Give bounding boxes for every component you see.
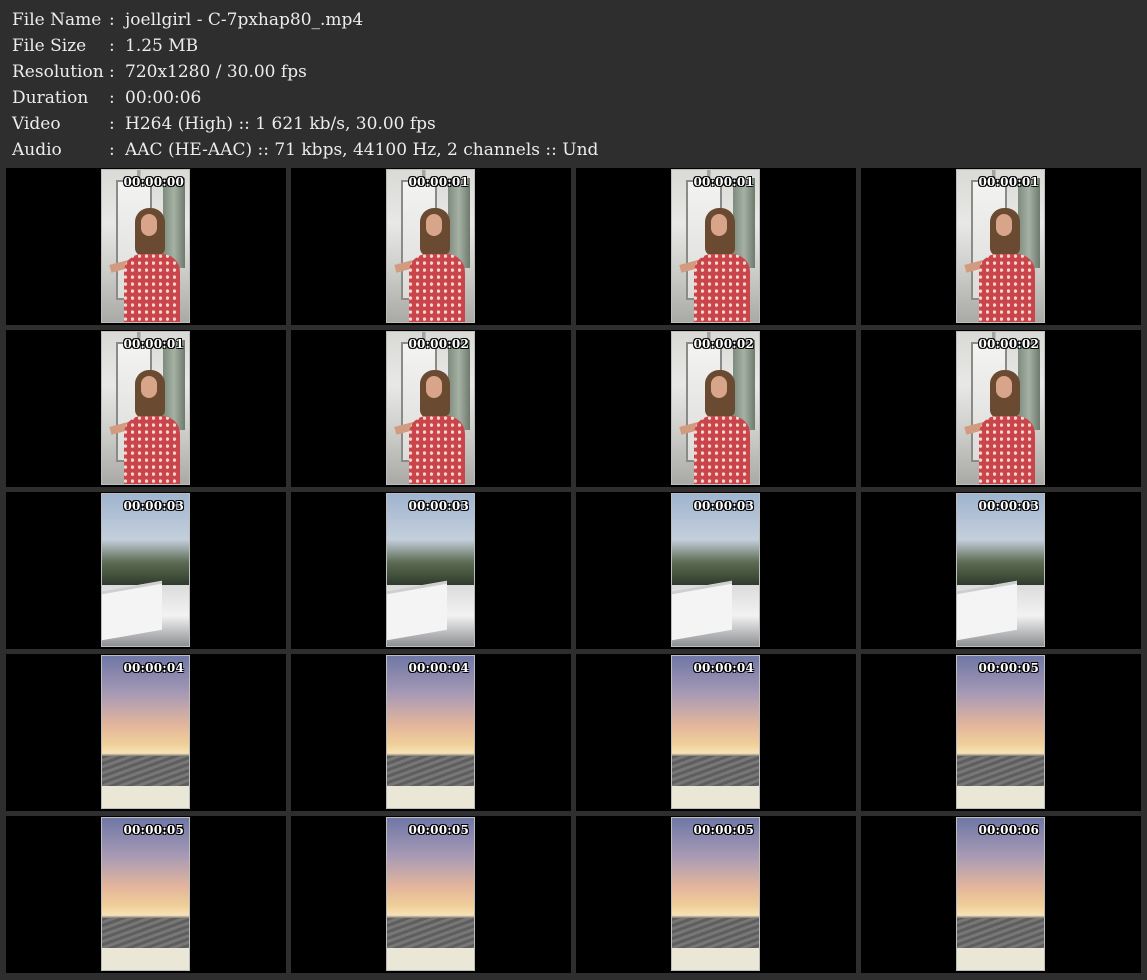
thumbnail-cell: 00:00:04 xyxy=(576,654,856,811)
thumbnail-frame: 00:00:03 xyxy=(386,493,475,647)
thumbnail-cell: 00:00:03 xyxy=(6,492,286,649)
resolution-label: Resolution xyxy=(12,62,104,82)
thumbnail-frame: 00:00:03 xyxy=(671,493,760,647)
video-value: H264 (High) :: 1 621 kb/s, 30.00 fps xyxy=(125,114,436,134)
thumbnail-cell: 00:00:05 xyxy=(861,654,1141,811)
thumbnail-frame: 00:00:03 xyxy=(101,493,190,647)
thumbnail-timestamp: 00:00:02 xyxy=(408,337,469,351)
thumbnail-timestamp: 00:00:05 xyxy=(693,823,754,837)
thumbnail-cell: 00:00:01 xyxy=(861,168,1141,325)
thumbnail-frame: 00:00:04 xyxy=(101,655,190,809)
thumbnail-timestamp: 00:00:00 xyxy=(123,175,184,189)
thumbnail-timestamp: 00:00:06 xyxy=(978,823,1039,837)
thumbnail-cell: 00:00:04 xyxy=(6,654,286,811)
video-separator: : xyxy=(109,114,115,134)
file-size-separator: : xyxy=(109,36,115,56)
thumbnail-timestamp: 00:00:01 xyxy=(693,175,754,189)
thumbnail-timestamp: 00:00:04 xyxy=(693,661,754,675)
thumbnail-cell: 00:00:02 xyxy=(291,330,571,487)
thumbnail-cell: 00:00:03 xyxy=(576,492,856,649)
resolution-separator: : xyxy=(109,62,115,82)
thumbnail-cell: 00:00:00 xyxy=(6,168,286,325)
audio-label: Audio xyxy=(12,140,62,160)
thumbnail-cell: 00:00:03 xyxy=(861,492,1141,649)
file-name-label: File Name xyxy=(12,10,102,30)
thumbnail-frame: 00:00:03 xyxy=(956,493,1045,647)
thumbnail-timestamp: 00:00:03 xyxy=(408,499,469,513)
thumbnail-cell: 00:00:01 xyxy=(576,168,856,325)
thumbnail-cell: 00:00:05 xyxy=(6,816,286,973)
thumbnail-timestamp: 00:00:01 xyxy=(978,175,1039,189)
thumbnail-frame: 00:00:05 xyxy=(956,655,1045,809)
thumbnail-frame: 00:00:04 xyxy=(386,655,475,809)
thumbnail-frame: 00:00:01 xyxy=(671,169,760,323)
thumbnail-timestamp: 00:00:03 xyxy=(123,499,184,513)
thumbnail-frame: 00:00:04 xyxy=(671,655,760,809)
thumbnail-timestamp: 00:00:02 xyxy=(693,337,754,351)
thumbnail-frame: 00:00:05 xyxy=(671,817,760,971)
thumbnail-cell: 00:00:01 xyxy=(291,168,571,325)
thumbnail-timestamp: 00:00:05 xyxy=(978,661,1039,675)
thumbnail-cell: 00:00:05 xyxy=(291,816,571,973)
thumbnail-timestamp: 00:00:04 xyxy=(408,661,469,675)
thumbnail-cell: 00:00:03 xyxy=(291,492,571,649)
thumbnail-cell: 00:00:02 xyxy=(576,330,856,487)
audio-separator: : xyxy=(109,140,115,160)
thumbnail-timestamp: 00:00:05 xyxy=(408,823,469,837)
duration-separator: : xyxy=(109,88,115,108)
audio-value: AAC (HE-AAC) :: 71 kbps, 44100 Hz, 2 cha… xyxy=(125,140,599,160)
thumbnail-frame: 00:00:05 xyxy=(386,817,475,971)
file-size-label: File Size xyxy=(12,36,87,56)
thumbnail-cell: 00:00:04 xyxy=(291,654,571,811)
thumbnail-frame: 00:00:06 xyxy=(956,817,1045,971)
thumbnail-timestamp: 00:00:02 xyxy=(978,337,1039,351)
resolution-value: 720x1280 / 30.00 fps xyxy=(125,62,307,82)
thumbnail-frame: 00:00:02 xyxy=(671,331,760,485)
thumbnail-timestamp: 00:00:05 xyxy=(123,823,184,837)
duration-label: Duration xyxy=(12,88,89,108)
thumbnail-timestamp: 00:00:03 xyxy=(978,499,1039,513)
duration-value: 00:00:06 xyxy=(125,88,202,108)
thumbnail-timestamp: 00:00:03 xyxy=(693,499,754,513)
file-name-separator: : xyxy=(109,10,115,30)
metadata-header: File Name : joellgirl - C-7pxhap80_.mp4 … xyxy=(0,0,1147,166)
thumbnail-cell: 00:00:05 xyxy=(576,816,856,973)
thumbnail-cell: 00:00:02 xyxy=(861,330,1141,487)
thumbnail-frame: 00:00:02 xyxy=(956,331,1045,485)
thumbnail-frame: 00:00:01 xyxy=(956,169,1045,323)
thumbnail-frame: 00:00:00 xyxy=(101,169,190,323)
thumbnail-timestamp: 00:00:04 xyxy=(123,661,184,675)
thumbnail-cell: 00:00:06 xyxy=(861,816,1141,973)
thumbnail-cell: 00:00:01 xyxy=(6,330,286,487)
thumbnail-frame: 00:00:01 xyxy=(386,169,475,323)
file-size-value: 1.25 MB xyxy=(125,36,199,56)
thumbnail-grid: 00:00:00 00:00:01 00:00:01 00:00:01 00:00:01… xyxy=(6,168,1143,978)
video-label: Video xyxy=(12,114,61,134)
thumbnail-timestamp: 00:00:01 xyxy=(408,175,469,189)
file-name-value: joellgirl - C-7pxhap80_.mp4 xyxy=(125,10,364,30)
thumbnail-frame: 00:00:05 xyxy=(101,817,190,971)
thumbnail-timestamp: 00:00:01 xyxy=(123,337,184,351)
thumbnail-frame: 00:00:02 xyxy=(386,331,475,485)
thumbnail-frame: 00:00:01 xyxy=(101,331,190,485)
